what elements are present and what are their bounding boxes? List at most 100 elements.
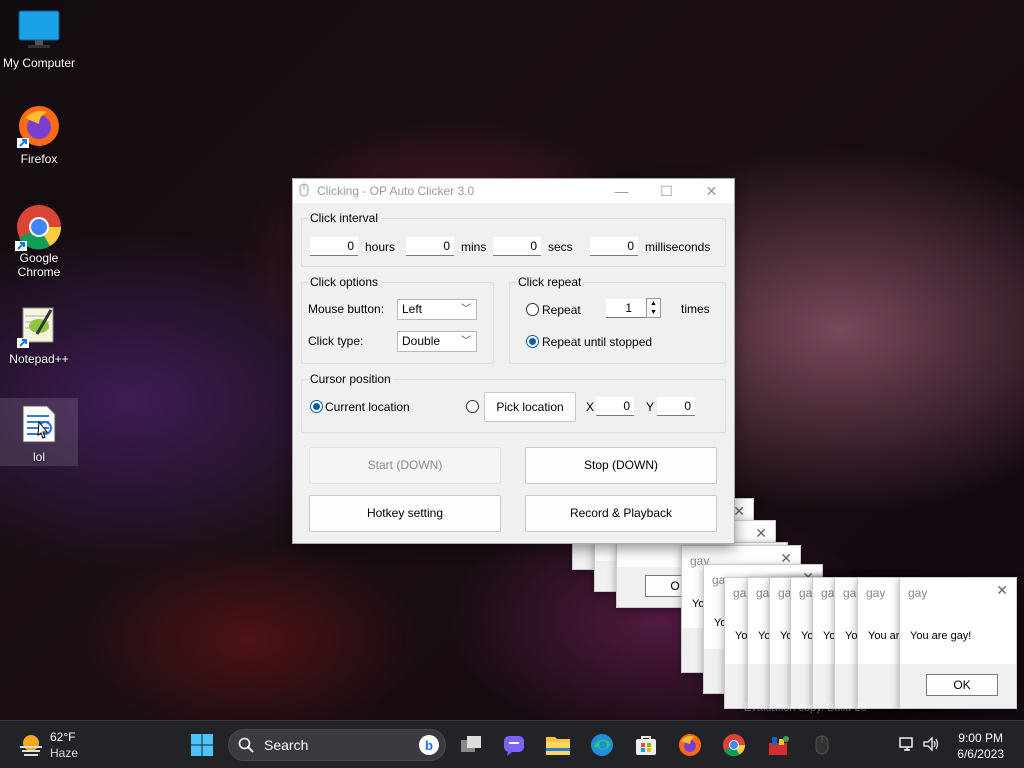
desktop-icon-label: lol [32,450,45,464]
desktop-icon-lol[interactable]: lol [0,398,78,466]
times-label: times [681,302,710,316]
desktop-icon-label: My Computer [2,56,76,70]
message-box-title: ga [756,586,770,600]
bing-icon: b [419,735,439,755]
maximize-button[interactable]: ☐ [644,179,689,203]
paint-app-icon [769,736,789,755]
hours-label: hours [365,240,396,254]
clock[interactable]: 9:00 PM 6/6/2023 [957,730,1004,762]
network-icon[interactable] [898,735,916,756]
message-box-text: Yo [845,630,858,642]
hotkey-setting-button[interactable]: Hotkey setting [309,495,501,532]
chrome-icon [723,734,745,757]
click-options-group: Click options Mouse button: Left ﹀ Click… [301,275,494,364]
current-location-radio[interactable] [310,400,323,413]
desktop-icon-label: Notepad++ [9,352,69,366]
close-icon[interactable]: ✕ [996,582,1008,599]
app-taskbar-button[interactable] [762,729,794,761]
ok-button[interactable]: OK [926,674,998,696]
minimize-button[interactable]: — [599,179,644,203]
mouse-icon [299,183,309,200]
x-input[interactable]: 0 [596,397,634,416]
desktop-icon-label: Google Chrome [17,251,61,279]
message-box-title: ga [821,586,835,600]
y-input[interactable]: 0 [657,397,695,416]
search-placeholder: Search [264,737,309,753]
desktop-icon-notepadpp[interactable]: Notepad++ [0,304,78,366]
mouse-icon [815,735,829,755]
edge-button[interactable] [586,729,618,761]
close-icon[interactable]: ✕ [733,503,745,520]
click-type-value: Double [402,334,441,348]
message-box-title: ga [733,586,747,600]
repeat-until-stopped-radio[interactable] [526,335,539,348]
teams-chat-button[interactable] [498,729,530,761]
milliseconds-input[interactable]: 0 [590,237,638,256]
mouse-button-value: Left [402,302,423,316]
click-type-select[interactable]: Double ﹀ [397,331,477,352]
pick-location-button[interactable]: Pick location [484,392,576,422]
x-label: X [586,400,595,414]
script-file-icon [17,402,61,446]
store-icon [636,736,656,755]
volume-icon[interactable] [922,735,940,756]
repeat-count-input[interactable]: 1 [606,299,646,318]
chevron-down-icon: ﹀ [461,304,471,315]
file-explorer-button[interactable] [542,729,574,761]
message-box-text: You are gay! [910,630,972,642]
message-box-text: Yo [735,630,748,642]
desktop-icon-google-chrome[interactable]: Google Chrome [0,203,78,279]
close-icon[interactable]: ✕ [755,525,767,542]
taskbar-search[interactable]: Search b [228,729,446,761]
chat-icon [504,736,524,756]
click-options-legend: Click options [308,275,381,289]
weather-temp: 62°F [50,730,76,744]
message-box-title: ga [799,586,813,600]
notepadpp-icon [17,304,61,348]
pick-location-radio[interactable] [466,400,479,413]
y-label: Y [646,400,655,414]
windows-icon [191,734,213,756]
hours-input[interactable]: 0 [310,237,358,256]
click-interval-legend: Click interval [308,211,381,225]
start-button-taskbar[interactable] [186,729,218,761]
desktop-icon-my-computer[interactable]: My Computer [0,8,78,70]
chrome-taskbar-button[interactable] [718,729,750,761]
click-repeat-legend: Click repeat [516,275,584,289]
mouse-button-select[interactable]: Left ﹀ [397,299,477,320]
message-box-title: ga [843,586,857,600]
repeat-label: Repeat [542,303,581,317]
task-view-icon [461,736,481,752]
weather-desc: Haze [50,746,79,760]
folder-icon [546,737,570,755]
firefox-taskbar-button[interactable] [674,729,706,761]
clock-time: 9:00 PM [958,731,1003,745]
message-box-text: You ar [868,630,900,642]
message-box-front: gay ✕ You are gay! OK [899,577,1017,709]
spin-up-icon[interactable]: ▲ [647,299,660,308]
stop-button[interactable]: Stop (DOWN) [525,447,717,484]
message-box-title: gay [866,586,886,600]
title-bar[interactable]: Clicking - OP Auto Clicker 3.0 — ☐ ✕ [293,179,734,203]
mins-input[interactable]: 0 [406,237,454,256]
start-button[interactable]: Start (DOWN) [309,447,501,484]
chevron-down-icon: ﹀ [461,336,471,347]
search-icon [238,737,254,756]
edge-icon [591,734,613,756]
spin-down-icon[interactable]: ▼ [647,308,660,317]
repeat-spinner[interactable]: ▲ ▼ [646,298,661,318]
firefox-icon [679,734,701,756]
click-interval-group: Click interval 0 hours 0 mins 0 secs 0 m… [301,211,726,267]
task-view-button[interactable] [455,729,487,761]
cursor-position-legend: Cursor position [308,372,393,386]
store-button[interactable] [630,729,662,761]
weather-haze-icon [18,733,44,760]
secs-input[interactable]: 0 [493,237,541,256]
close-button[interactable]: ✕ [689,179,734,203]
click-repeat-group: Click repeat Repeat 1 ▲ ▼ times Repeat u… [509,275,726,364]
weather-widget[interactable]: 62°F Haze [16,729,106,761]
record-playback-button[interactable]: Record & Playback [525,495,717,532]
desktop-icon-firefox[interactable]: Firefox [0,104,78,166]
mouse-app-taskbar-button[interactable] [806,729,838,761]
repeat-radio[interactable] [526,303,539,316]
